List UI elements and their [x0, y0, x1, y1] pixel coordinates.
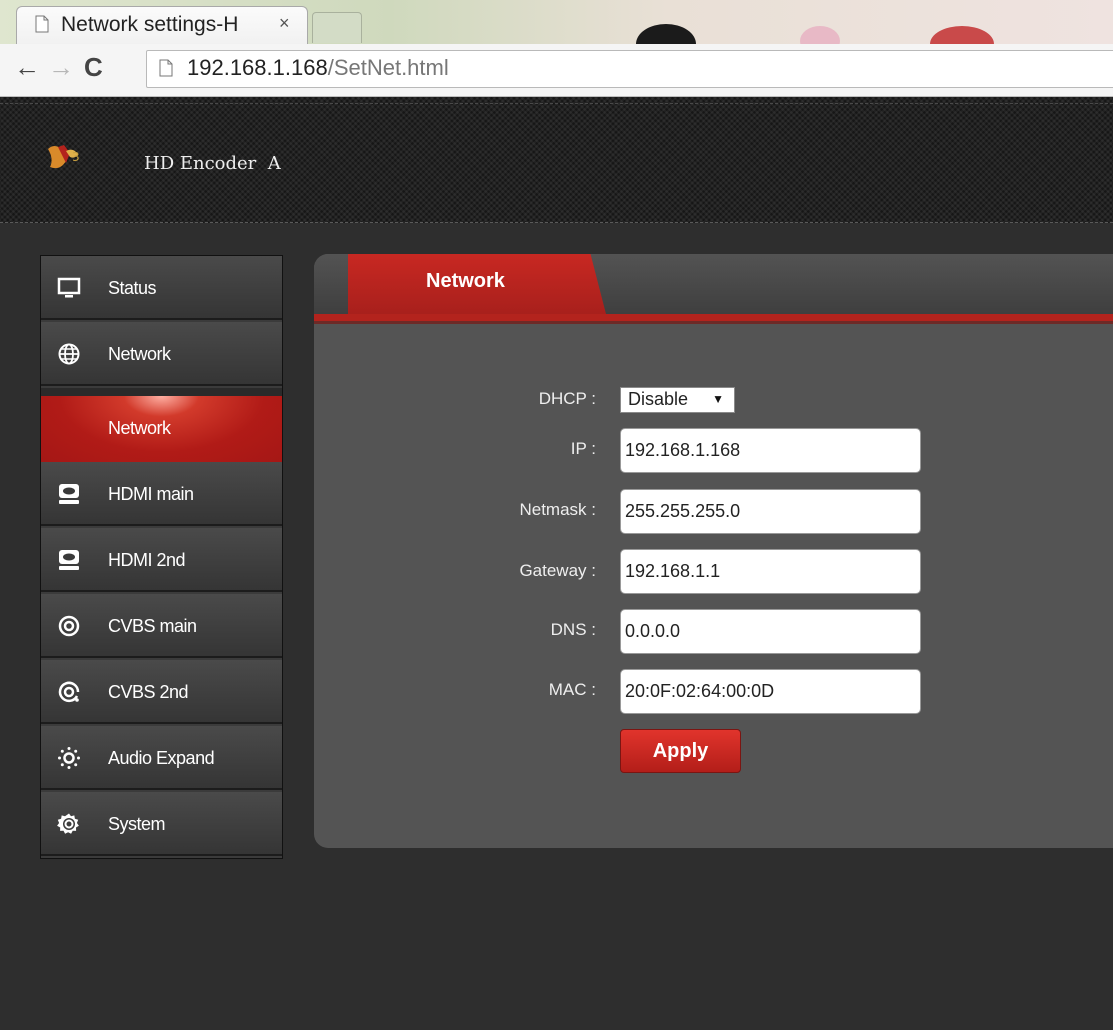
sidebar-item-label: Audio Expand [108, 748, 215, 768]
sidebar-item-label: System [108, 814, 166, 834]
dhcp-label: DHCP : [538, 389, 596, 408]
gateway-field[interactable] [620, 549, 921, 594]
sidebar-item-label: CVBS main [108, 616, 197, 636]
sidebar: Status Network Network HDMI main HDMI 2n… [40, 255, 283, 859]
sidebar-item-network[interactable]: Network [41, 322, 282, 386]
monitor-icon [57, 277, 81, 298]
gateway-label: Gateway : [519, 561, 596, 580]
hdmi-icon [59, 484, 79, 504]
globe-icon [58, 343, 80, 365]
app-header: 3 HD Encoder A [0, 97, 1113, 223]
url-host: 192.168.1.168 [187, 55, 328, 80]
browser-tab-strip: Network settings-H × [0, 0, 1113, 64]
sidebar-item-label: HDMI 2nd [108, 550, 186, 570]
content-panel: Network DHCP : Disable ▼ IP : Netmask : … [314, 254, 1113, 848]
sidebar-item-audio-expand[interactable]: Audio Expand [41, 726, 282, 790]
netmask-field[interactable] [620, 489, 921, 534]
forward-arrow-icon[interactable]: → [48, 52, 74, 83]
sidebar-item-label: CVBS 2nd [108, 682, 189, 702]
tab-underline [314, 314, 1113, 321]
sidebar-item-label: Network [108, 418, 171, 438]
sidebar-item-hdmi-2nd[interactable]: HDMI 2nd [41, 528, 282, 592]
cvbs-icon [58, 681, 80, 703]
mac-field[interactable] [620, 669, 921, 714]
sidebar-item-label: Status [108, 278, 157, 298]
close-tab-icon[interactable]: × [279, 13, 290, 34]
address-bar[interactable]: 192.168.1.168/SetNet.html [146, 50, 1113, 88]
cvbs-icon [58, 615, 80, 637]
tab-bar: Network [314, 254, 1113, 316]
logo-icon: 3 [48, 145, 80, 169]
ip-label: IP : [570, 439, 596, 458]
reload-icon[interactable]: C [84, 52, 103, 83]
sidebar-item-status[interactable]: Status [41, 256, 282, 320]
ip-field[interactable] [620, 428, 921, 473]
audio-icon [58, 747, 80, 769]
url-path: /SetNet.html [327, 55, 449, 80]
dropdown-arrow-icon: ▼ [712, 392, 724, 406]
sidebar-item-hdmi-main[interactable]: HDMI main [41, 462, 282, 526]
sidebar-subitem-network-active[interactable]: Network [41, 396, 282, 462]
device-name: HD Encoder A [144, 153, 281, 174]
sidebar-item-label: HDMI main [108, 484, 194, 504]
apply-button[interactable]: Apply [620, 729, 741, 773]
tab-underline-shadow [314, 321, 1113, 324]
netmask-label: Netmask : [519, 500, 596, 519]
page-icon [35, 15, 49, 33]
sidebar-divider [41, 388, 282, 396]
svg-text:3: 3 [72, 150, 80, 164]
dns-field[interactable] [620, 609, 921, 654]
dns-label: DNS : [550, 620, 596, 639]
browser-tab[interactable]: Network settings-H × [16, 6, 308, 45]
sidebar-item-system[interactable]: System [41, 792, 282, 856]
browser-toolbar: ← → C 192.168.1.168/SetNet.html [0, 44, 1113, 97]
browser-tab-title: Network settings-H [61, 13, 239, 36]
tab-network[interactable]: Network [348, 254, 606, 314]
mac-label: MAC : [548, 680, 596, 699]
sidebar-item-cvbs-main[interactable]: CVBS main [41, 594, 282, 658]
back-arrow-icon[interactable]: ← [14, 52, 40, 83]
page-icon [159, 59, 173, 77]
sidebar-item-cvbs-2nd[interactable]: CVBS 2nd [41, 660, 282, 724]
hdmi-icon [59, 550, 79, 570]
sidebar-item-label: Network [108, 344, 171, 364]
new-tab-button[interactable] [312, 12, 362, 43]
gear-icon [57, 813, 79, 834]
url-text: 192.168.1.168/SetNet.html [187, 55, 449, 81]
dhcp-selected-value: Disable [628, 389, 689, 409]
dhcp-select[interactable]: Disable ▼ [620, 387, 735, 413]
tab-label: Network [426, 270, 505, 292]
